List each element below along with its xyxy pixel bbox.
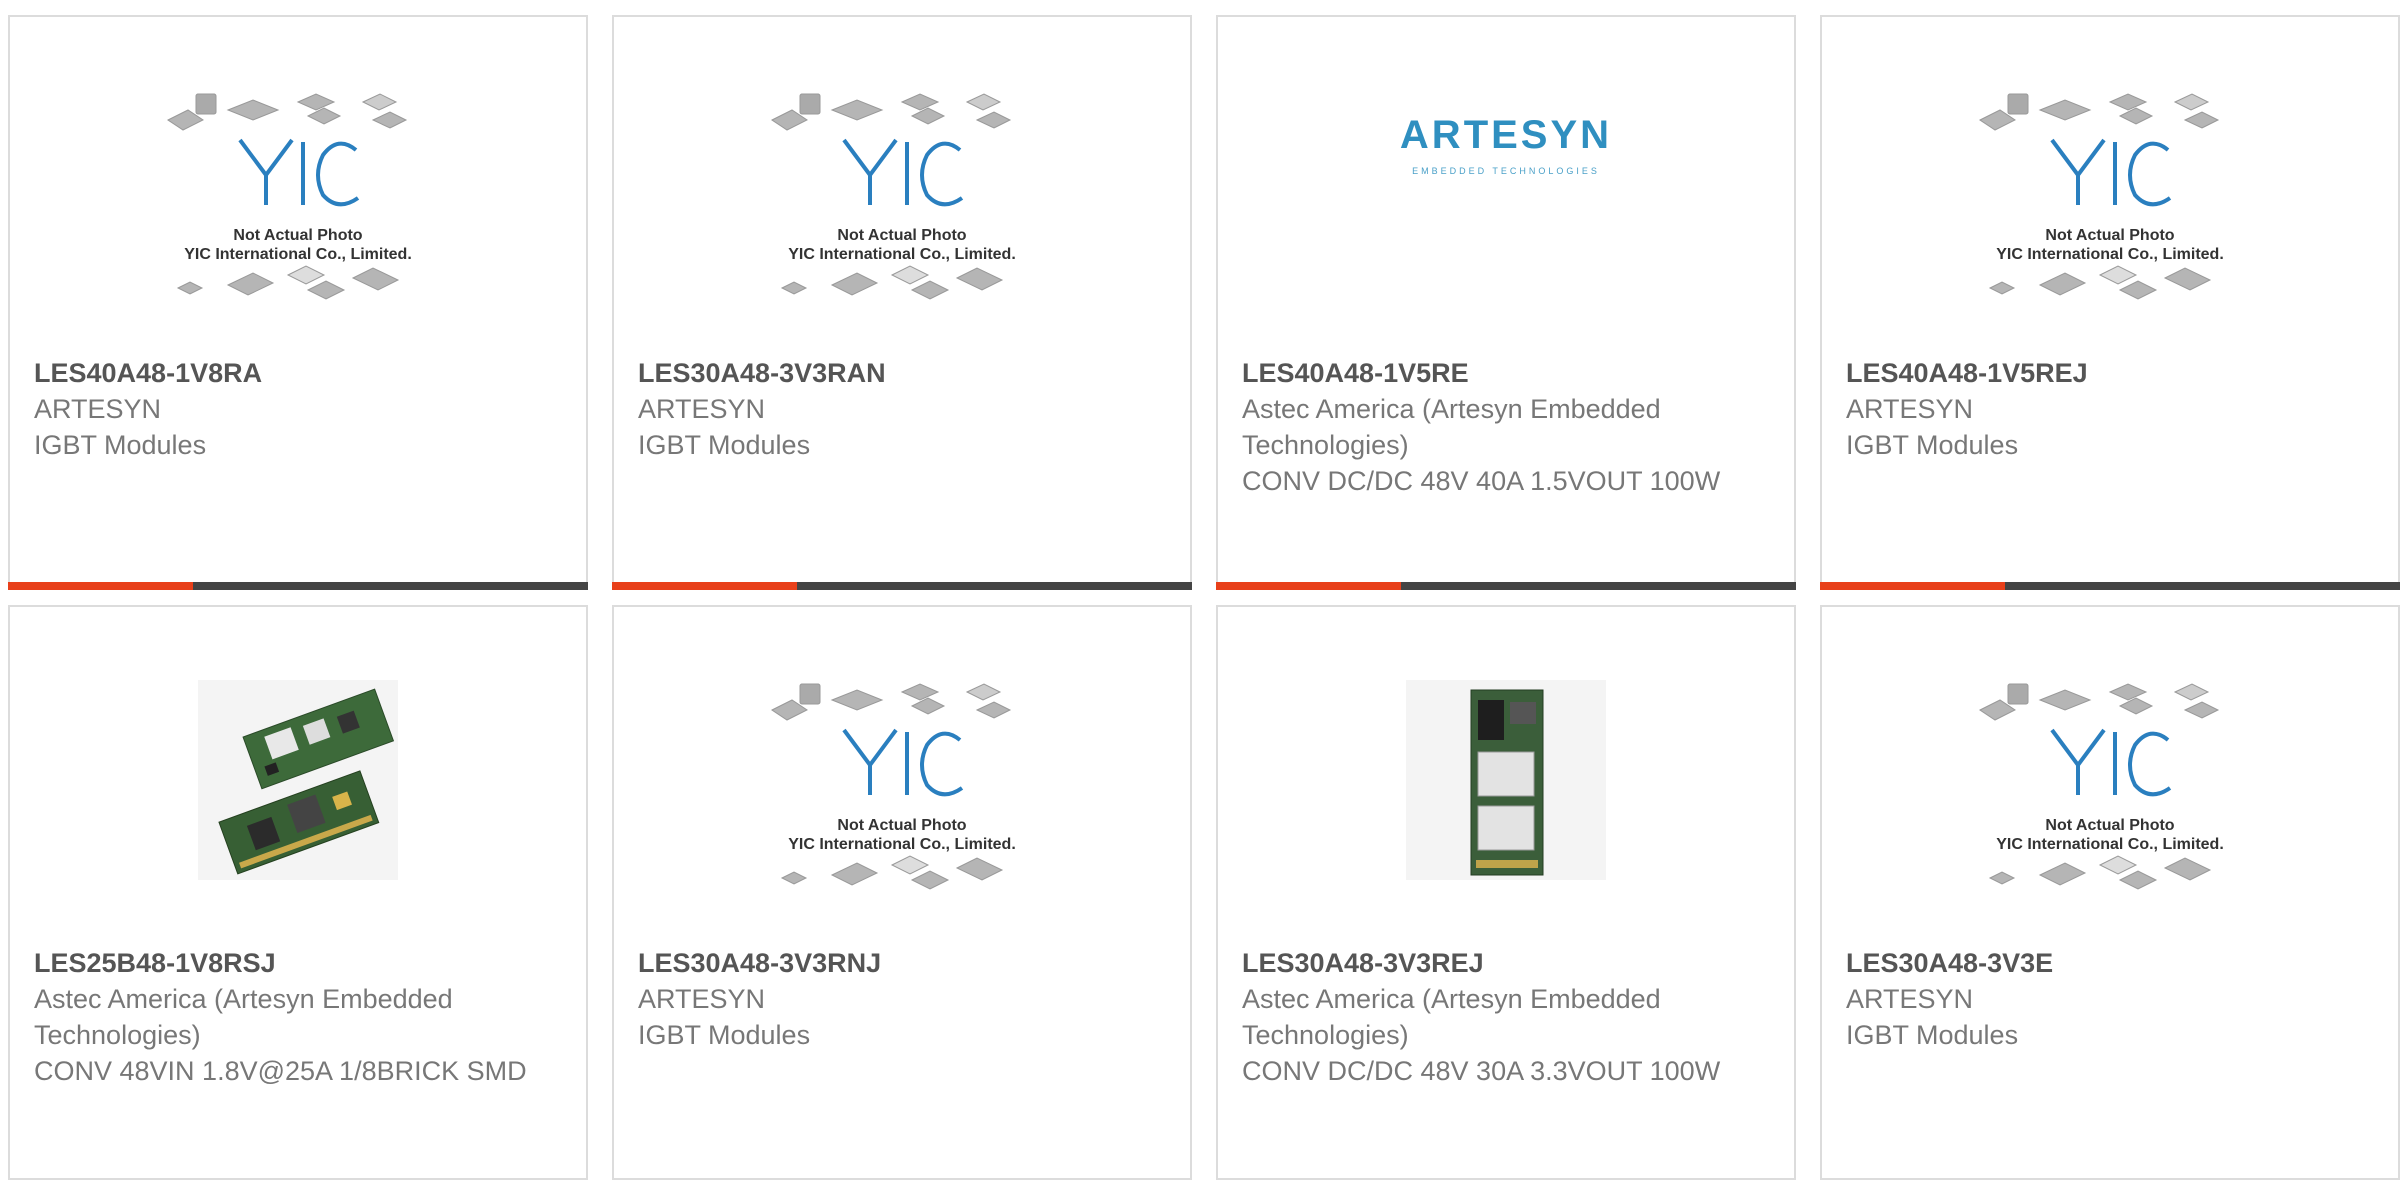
brand-logo-tagline: EMBEDDED TECHNOLOGIES	[1412, 165, 1600, 176]
product-image[interactable]: Not Actual Photo YIC International Co., …	[1822, 45, 2398, 355]
manufacturer: ARTESYN	[1846, 984, 1974, 1014]
manufacturer: ARTESYN	[638, 984, 766, 1014]
placeholder-caption-2: YIC International Co., Limited.	[788, 246, 1016, 263]
placeholder-caption-1: Not Actual Photo	[2045, 817, 2174, 834]
product-card[interactable]: Not Actual Photo YIC International Co., …	[612, 605, 1192, 1180]
part-number-link[interactable]: LES40A48-1V5REJ	[1846, 355, 2378, 391]
manufacturer: Astec America (Artesyn Embedded Technolo…	[1242, 394, 1661, 460]
board-photo	[1406, 680, 1606, 880]
description: IGBT Modules	[34, 430, 207, 460]
product-card[interactable]: Not Actual Photo YIC International Co., …	[1820, 15, 2400, 590]
placeholder-caption-1: Not Actual Photo	[233, 227, 362, 244]
product-card[interactable]: Not Actual Photo YIC International Co., …	[1820, 605, 2400, 1180]
manufacturer: Astec America (Artesyn Embedded Technolo…	[1242, 984, 1661, 1050]
product-image[interactable]: Not Actual Photo YIC International Co., …	[614, 45, 1190, 355]
description: IGBT Modules	[1846, 1020, 2019, 1050]
placeholder-caption-1: Not Actual Photo	[837, 227, 966, 244]
product-card[interactable]: Not Actual Photo YIC International Co., …	[612, 15, 1192, 590]
part-number-link[interactable]: LES40A48-1V8RA	[34, 355, 566, 391]
product-card[interactable]: LES30A48-3V3REJ Astec America (Artesyn E…	[1216, 605, 1796, 1180]
part-number-link[interactable]: LES30A48-3V3RNJ	[638, 945, 1170, 981]
placeholder-image: Not Actual Photo YIC International Co., …	[771, 683, 1016, 890]
part-number-link[interactable]: LES30A48-3V3E	[1846, 945, 2378, 981]
placeholder-caption-1: Not Actual Photo	[837, 817, 966, 834]
placeholder-image: Not Actual Photo YIC International Co., …	[167, 93, 412, 300]
placeholder-image: Not Actual Photo YIC International Co., …	[1979, 683, 2224, 890]
description: IGBT Modules	[638, 1020, 811, 1050]
placeholder-image: Not Actual Photo YIC International Co., …	[1979, 93, 2224, 300]
product-card[interactable]: Not Actual Photo YIC International Co., …	[8, 15, 588, 590]
placeholder-caption-2: YIC International Co., Limited.	[788, 836, 1016, 853]
brand-logo-name: ARTESYN	[1399, 112, 1613, 157]
part-number-link[interactable]: LES30A48-3V3RAN	[638, 355, 1170, 391]
product-image[interactable]	[10, 635, 586, 945]
description: IGBT Modules	[638, 430, 811, 460]
placeholder-caption-1: Not Actual Photo	[2045, 227, 2174, 244]
product-image[interactable]	[1218, 635, 1794, 945]
card-bottom-bar	[1820, 582, 2400, 590]
manufacturer: ARTESYN	[1846, 394, 1974, 424]
product-image[interactable]: Not Actual Photo YIC International Co., …	[1822, 635, 2398, 945]
part-number-link[interactable]: LES25B48-1V8RSJ	[34, 945, 566, 981]
placeholder-caption-2: YIC International Co., Limited.	[1996, 836, 2224, 853]
description: CONV 48VIN 1.8V@25A 1/8BRICK SMD	[34, 1056, 527, 1086]
artesyn-logo: ARTESYN EMBEDDED TECHNOLOGIES	[1400, 115, 1612, 189]
part-number-link[interactable]: LES40A48-1V5RE	[1242, 355, 1774, 391]
description: CONV DC/DC 48V 40A 1.5VOUT 100W	[1242, 466, 1721, 496]
card-bottom-bar	[1216, 582, 1796, 590]
product-image[interactable]: ARTESYN EMBEDDED TECHNOLOGIES	[1218, 45, 1794, 355]
manufacturer: Astec America (Artesyn Embedded Technolo…	[34, 984, 453, 1050]
card-bottom-bar	[8, 582, 588, 590]
card-bottom-bar	[612, 582, 1192, 590]
description: IGBT Modules	[1846, 430, 2019, 460]
manufacturer: ARTESYN	[638, 394, 766, 424]
product-card[interactable]: ARTESYN EMBEDDED TECHNOLOGIES LES40A48-1…	[1216, 15, 1796, 590]
product-image[interactable]: Not Actual Photo YIC International Co., …	[614, 635, 1190, 945]
description: CONV DC/DC 48V 30A 3.3VOUT 100W	[1242, 1056, 1721, 1086]
manufacturer: ARTESYN	[34, 394, 162, 424]
placeholder-caption-2: YIC International Co., Limited.	[184, 246, 412, 263]
product-card[interactable]: LES25B48-1V8RSJ Astec America (Artesyn E…	[8, 605, 588, 1180]
part-number-link[interactable]: LES30A48-3V3REJ	[1242, 945, 1774, 981]
board-pair-photo	[198, 680, 398, 880]
product-image[interactable]: Not Actual Photo YIC International Co., …	[10, 45, 586, 355]
placeholder-image: Not Actual Photo YIC International Co., …	[771, 93, 1016, 300]
placeholder-caption-2: YIC International Co., Limited.	[1996, 246, 2224, 263]
